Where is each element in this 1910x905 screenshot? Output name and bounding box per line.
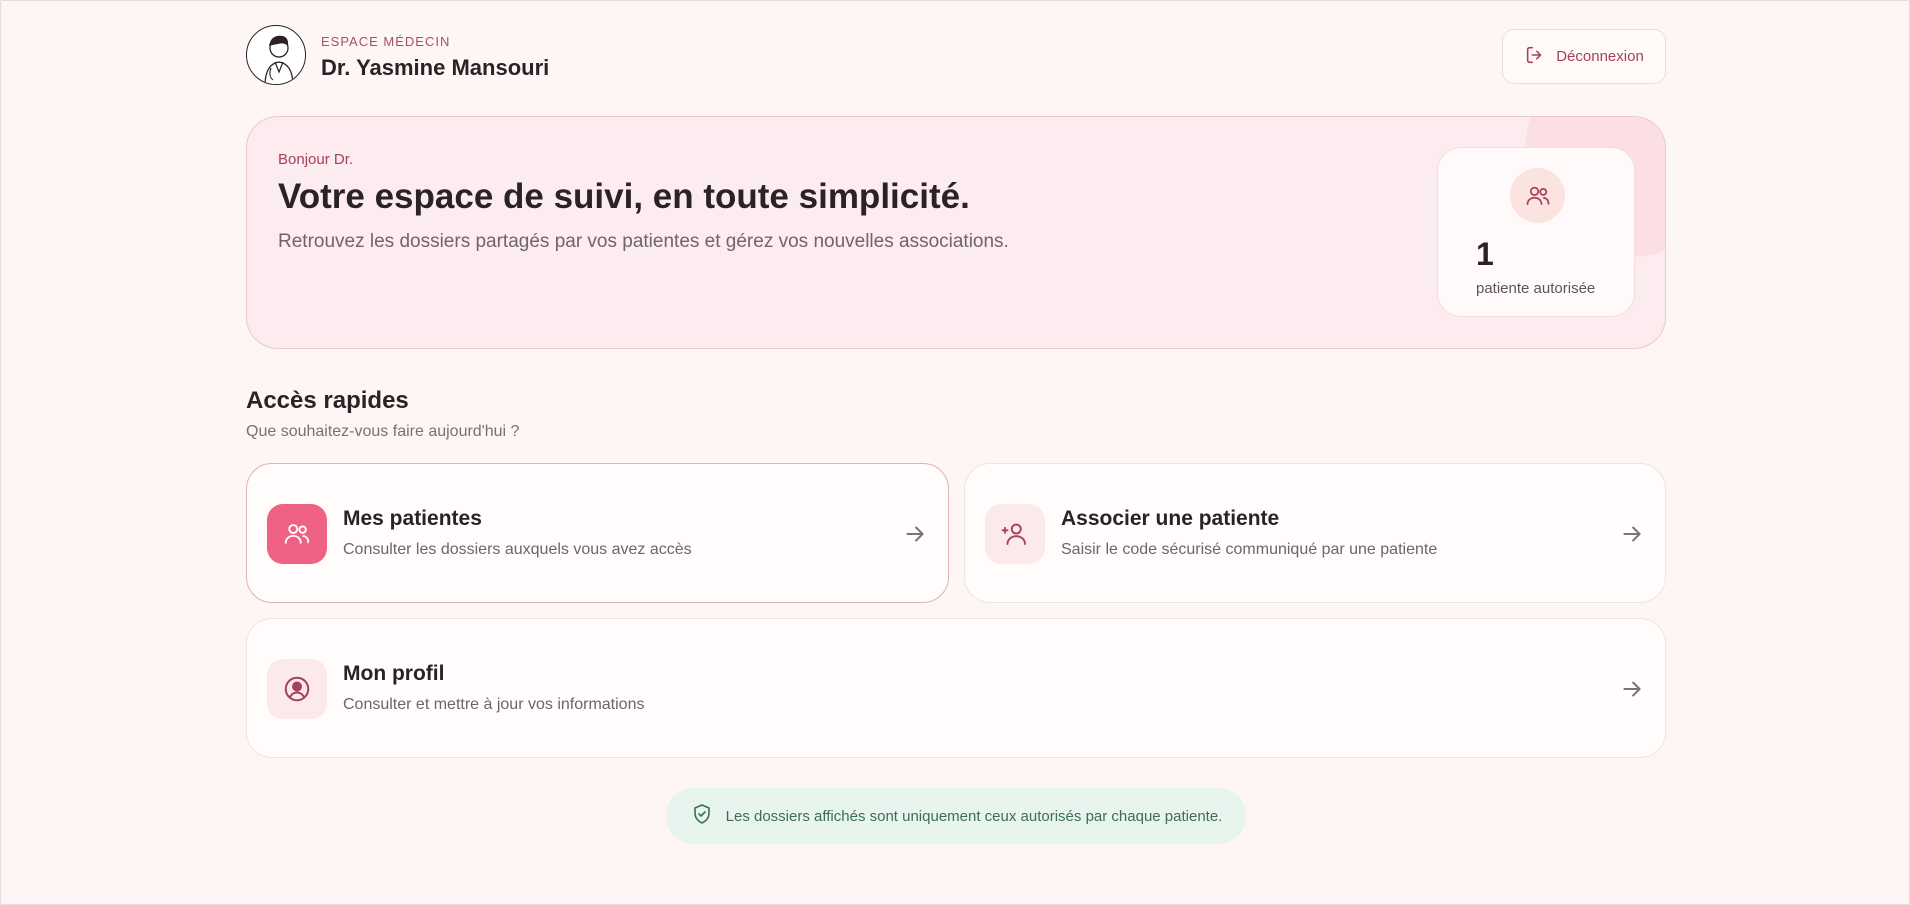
card-title: Associer une patiente xyxy=(1061,507,1280,530)
my-patients-card[interactable]: Mes patientes Consulter les dossiers aux… xyxy=(246,463,949,603)
notice-text: Les dossiers affichés sont uniquement ce… xyxy=(725,807,1223,825)
banner-greeting: Bonjour Dr. xyxy=(278,151,354,168)
arrow-right-icon xyxy=(906,526,924,542)
welcome-banner: Bonjour Dr. Votre espace de suivi, en to… xyxy=(246,116,1666,349)
user-plus-icon xyxy=(985,504,1045,564)
card-title: Mon profil xyxy=(343,662,445,685)
banner-title: Votre espace de suivi, en toute simplici… xyxy=(278,177,970,216)
privacy-notice: Les dossiers affichés sont uniquement ce… xyxy=(666,788,1246,844)
quick-access-title: Accès rapides xyxy=(246,387,409,414)
logout-label: Déconnexion xyxy=(1556,48,1644,65)
doctor-name: Dr. Yasmine Mansouri xyxy=(321,55,550,80)
shield-check-icon xyxy=(690,802,714,830)
header: ESPACE MÉDECIN Dr. Yasmine Mansouri Déco… xyxy=(246,1,1666,111)
quick-access-subtitle: Que souhaitez-vous faire aujourd'hui ? xyxy=(246,423,520,440)
stat-value: 1 xyxy=(1476,236,1494,272)
users-icon xyxy=(267,504,327,564)
card-title: Mes patientes xyxy=(343,507,482,530)
stat-label: patiente autorisée xyxy=(1476,280,1596,297)
card-description: Saisir le code sécurisé communiqué par u… xyxy=(1061,541,1438,558)
users-icon xyxy=(1510,168,1565,223)
logout-icon xyxy=(1524,44,1546,70)
card-description: Consulter et mettre à jour vos informati… xyxy=(343,696,645,713)
card-description: Consulter les dossiers auxquels vous ave… xyxy=(343,541,692,558)
authorized-patients-stat: 1 patiente autorisée xyxy=(1437,147,1635,317)
my-profile-card[interactable]: Mon profil Consulter et mettre à jour vo… xyxy=(246,618,1666,758)
arrow-right-icon xyxy=(1623,681,1641,697)
app-window: ESPACE MÉDECIN Dr. Yasmine Mansouri Déco… xyxy=(0,0,1910,905)
logout-button[interactable]: Déconnexion xyxy=(1502,29,1666,84)
header-eyebrow: ESPACE MÉDECIN xyxy=(321,34,451,49)
banner-subtitle: Retrouvez les dossiers partagés par vos … xyxy=(278,231,1009,252)
main-container: ESPACE MÉDECIN Dr. Yasmine Mansouri Déco… xyxy=(246,1,1666,844)
associate-patient-card[interactable]: Associer une patiente Saisir le code séc… xyxy=(964,463,1666,603)
arrow-right-icon xyxy=(1623,526,1641,542)
user-circle-icon xyxy=(267,659,327,719)
doctor-avatar-icon xyxy=(246,25,306,85)
